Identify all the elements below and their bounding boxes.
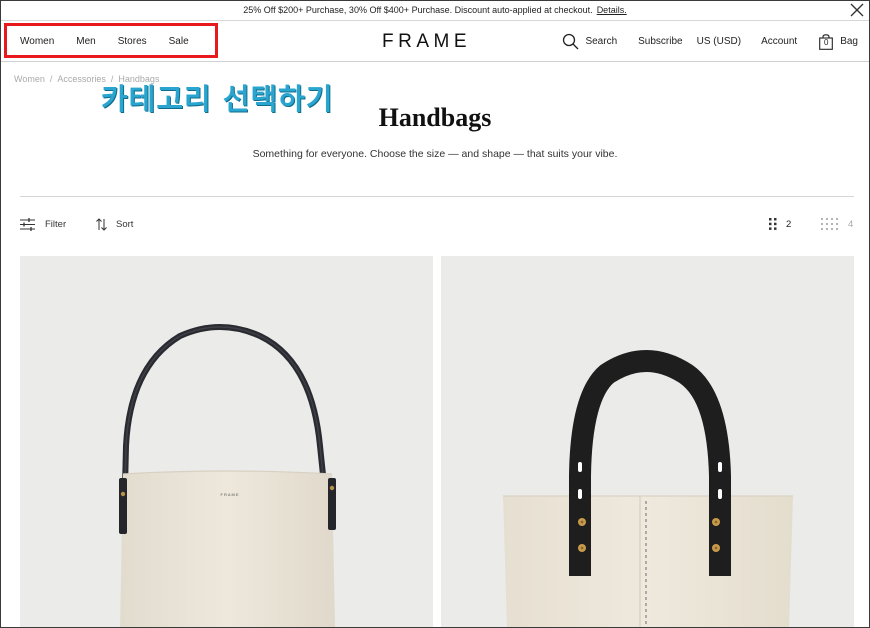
sort-button[interactable]: Sort — [96, 218, 133, 231]
grid-4-label: 4 — [848, 218, 854, 230]
bag-button[interactable]: 0 Bag — [819, 33, 858, 50]
utility-nav: Search Subscribe US (USD) Account 0 Bag — [562, 21, 858, 62]
product-card-bucket-bag[interactable]: FRAME — [20, 256, 433, 628]
bag-label: Bag — [840, 36, 858, 47]
search-icon — [563, 33, 579, 50]
site-header: Women Men Stores Sale FRAME Search Subsc… — [0, 21, 870, 62]
annotation-label: 카테고리 선택하기 — [101, 82, 334, 116]
nav-item-men[interactable]: Men — [76, 36, 95, 47]
grid-4-icon — [821, 218, 838, 230]
filter-label: Filter — [45, 219, 67, 230]
nav-item-sale[interactable]: Sale — [169, 36, 189, 47]
sort-label: Sort — [116, 219, 134, 230]
subscribe-link[interactable]: Subscribe — [638, 36, 682, 47]
nav-item-stores[interactable]: Stores — [118, 36, 147, 47]
grid-2-label: 2 — [786, 218, 792, 230]
breadcrumb-accessories[interactable]: Accessories — [57, 74, 106, 84]
bag-count: 0 — [823, 37, 829, 47]
filter-icon — [20, 218, 35, 231]
promo-banner: 25% Off $200+ Purchase, 30% Off $400+ Pu… — [0, 0, 870, 21]
sort-icon — [96, 218, 107, 231]
listing-toolbar: Filter Sort 2 4 — [20, 218, 854, 234]
nav-item-women[interactable]: Women — [20, 36, 54, 47]
promo-details-link[interactable]: Details. — [597, 5, 627, 15]
bag-icon: 0 — [819, 33, 834, 50]
account-link[interactable]: Account — [761, 36, 797, 47]
close-icon[interactable] — [849, 2, 865, 18]
search-label: Search — [585, 36, 618, 47]
currency-selector[interactable]: US (USD) — [697, 36, 741, 47]
bucket-bag-image: FRAME — [119, 324, 336, 628]
frame-logo[interactable]: FRAME — [382, 31, 494, 53]
divider — [20, 196, 854, 197]
canvas-tote-image — [503, 350, 793, 628]
breadcrumb-women[interactable]: Women — [14, 74, 45, 84]
breadcrumb-separator: / — [49, 74, 53, 84]
filter-button[interactable]: Filter — [20, 218, 66, 231]
grid-2-icon — [769, 218, 777, 230]
page-subtitle: Something for everyone. Choose the size … — [252, 148, 618, 160]
category-nav: Women Men Stores Sale — [20, 21, 189, 62]
product-card-canvas-tote[interactable] — [441, 256, 854, 628]
grid-2-toggle[interactable]: 2 — [769, 218, 791, 230]
bag-brand-stamp: FRAME — [221, 492, 240, 497]
grid-4-toggle[interactable]: 4 — [821, 218, 853, 230]
promo-text: 25% Off $200+ Purchase, 30% Off $400+ Pu… — [243, 5, 593, 15]
search-button[interactable]: Search — [562, 33, 617, 50]
